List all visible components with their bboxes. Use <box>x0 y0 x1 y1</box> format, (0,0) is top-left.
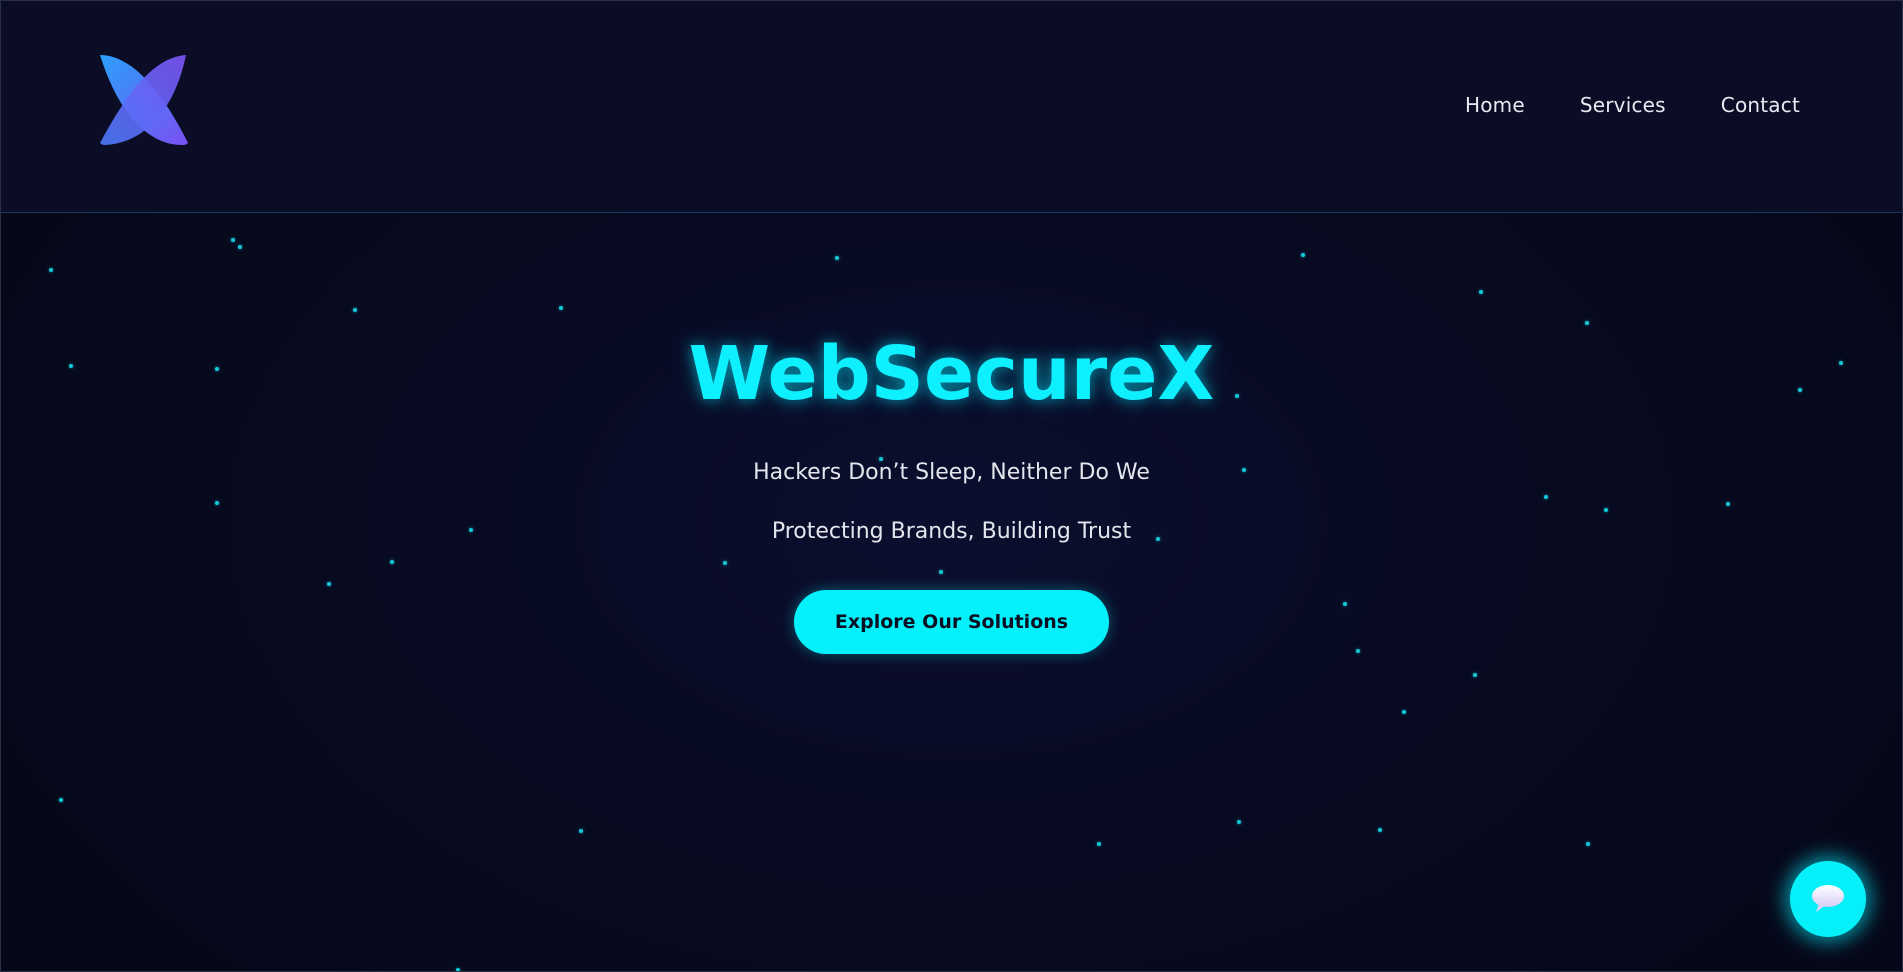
main-nav: Home Services Contact <box>1465 93 1800 117</box>
particle <box>456 968 460 971</box>
hero-subtitle: Protecting Brands, Building Trust <box>771 519 1132 544</box>
particle <box>1473 673 1477 677</box>
particle <box>49 268 53 272</box>
x-logo-icon <box>100 55 188 145</box>
particle <box>231 238 235 242</box>
nav-link-home[interactable]: Home <box>1465 93 1525 117</box>
particle <box>1585 321 1589 325</box>
particle <box>835 256 839 260</box>
particle <box>559 306 563 310</box>
particle <box>939 570 943 574</box>
particle <box>1378 828 1382 832</box>
x-logo[interactable] <box>98 53 190 147</box>
particle <box>353 308 357 312</box>
particle <box>390 560 394 564</box>
chat-bubble-icon <box>1812 885 1844 912</box>
particle <box>1544 495 1548 499</box>
nav-link-services[interactable]: Services <box>1580 93 1666 117</box>
particle <box>1586 842 1590 846</box>
particle <box>1301 253 1305 257</box>
particle <box>1402 710 1406 714</box>
page: Home Services Contact WebSecureX Hackers… <box>0 0 1903 972</box>
particle <box>238 245 242 249</box>
particle <box>579 829 583 833</box>
particle <box>327 582 331 586</box>
chat-button[interactable] <box>1790 861 1866 937</box>
particle <box>215 501 219 505</box>
hero-title: WebSecureX <box>688 331 1215 417</box>
particle <box>1237 820 1241 824</box>
hero-tagline: Hackers Don’t Sleep, Neither Do We <box>753 460 1150 485</box>
site-header: Home Services Contact <box>1 1 1902 213</box>
particle <box>1604 508 1608 512</box>
particle <box>1097 842 1101 846</box>
particle <box>1726 502 1730 506</box>
explore-solutions-button[interactable]: Explore Our Solutions <box>794 590 1109 654</box>
particle <box>1343 602 1347 606</box>
particle <box>59 798 63 802</box>
particle <box>1356 649 1360 653</box>
nav-link-contact[interactable]: Contact <box>1721 93 1800 117</box>
particle <box>1479 290 1483 294</box>
particle <box>723 561 727 565</box>
